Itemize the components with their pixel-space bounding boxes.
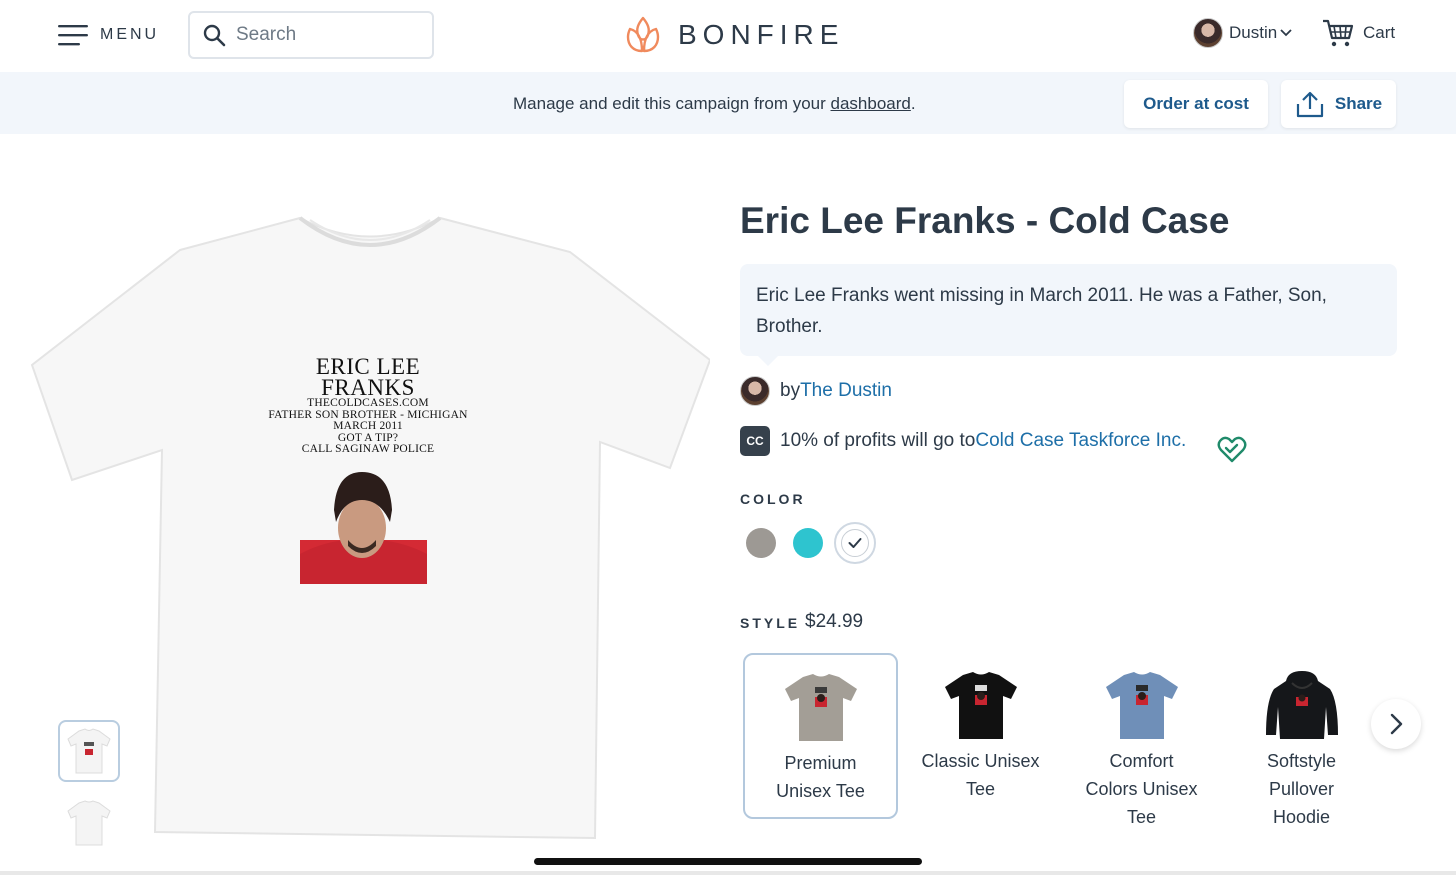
dashboard-link[interactable]: dashboard <box>831 94 911 113</box>
cause-link[interactable]: Cold Case Taskforce Inc. <box>975 430 1186 452</box>
creator-link[interactable]: The Dustin <box>800 380 892 402</box>
style-name-line: Unisex Tee <box>776 781 865 801</box>
style-option-softstyle-pullover-hoodie[interactable]: Softstyle Pullover Hoodie <box>1224 653 1379 827</box>
cart-icon <box>1323 19 1354 47</box>
style-option-comfort-colors-unisex-tee[interactable]: Comfort Colors Unisex Tee <box>1064 653 1219 827</box>
print-name-line1: ERIC LEE <box>315 354 421 379</box>
style-name-line: Colors Unisex <box>1085 779 1198 799</box>
product-thumbnail-back[interactable] <box>58 792 120 854</box>
cart-button[interactable]: Cart <box>1322 18 1395 48</box>
menu-label: MENU <box>100 26 160 43</box>
style-name-line: Classic Unisex <box>921 751 1040 771</box>
cause-text: 10% of profits will go to <box>780 430 976 451</box>
flame-logo-icon <box>626 16 660 53</box>
search-box[interactable] <box>188 11 434 59</box>
print-line: MARCH 2011 <box>333 420 403 432</box>
description-text: Eric Lee Franks went missing in March 20… <box>756 285 1327 337</box>
heart-check-icon[interactable] <box>1217 436 1247 464</box>
search-input[interactable] <box>236 24 416 46</box>
shirt-print-text: ERIC LEE FRANKS THECOLDCASES.COM FATHER … <box>258 354 478 456</box>
style-name-line: Tee <box>1126 807 1157 827</box>
tshirt-thumbnail-icon <box>67 728 111 774</box>
cause-info: CC 10% of profits will go to Cold Case T… <box>740 426 1186 456</box>
description-pointer <box>758 356 778 366</box>
product-title: Eric Lee Franks - Cold Case <box>740 200 1230 241</box>
comfort-colors-tee-image <box>1105 672 1178 739</box>
color-swatch-turquoise[interactable] <box>793 528 823 558</box>
color-label: COLOR <box>740 491 806 507</box>
chevron-down-icon <box>1280 29 1292 37</box>
product-thumbnail-front[interactable] <box>58 720 120 782</box>
style-name-line: Premium <box>784 753 857 773</box>
color-swatch-heather-grey[interactable] <box>746 528 776 558</box>
print-line: THECOLDCASES.COM <box>307 397 429 409</box>
menu-button[interactable]: MENU <box>58 20 159 50</box>
print-line: CALL SAGINAW POLICE <box>301 443 435 455</box>
style-name-line: Comfort <box>1109 751 1174 771</box>
share-icon <box>1296 91 1323 118</box>
account-menu[interactable]: Dustin <box>1193 18 1293 48</box>
checkmark-icon <box>848 538 862 548</box>
banner-text-before: Manage and edit this campaign from your <box>513 94 831 113</box>
site-header: MENU BONFIRE Dustin <box>0 0 1456 72</box>
share-label: Share <box>1334 94 1383 113</box>
cart-label: Cart <box>1363 23 1396 42</box>
campaign-banner: Manage and edit this campaign from your … <box>0 72 1456 134</box>
user-name: Dustin <box>1229 23 1278 42</box>
chevron-right-icon <box>1390 713 1403 735</box>
bonfire-logo[interactable]: BONFIRE <box>624 15 844 55</box>
by-label: by <box>780 380 801 401</box>
creator-avatar[interactable] <box>740 376 770 406</box>
brand-name: BONFIRE <box>678 19 845 50</box>
banner-message: Manage and edit this campaign from your … <box>513 94 916 114</box>
premium-tee-image <box>784 674 857 741</box>
style-option-premium-unisex-tee[interactable]: Premium Unisex Tee <box>743 653 898 819</box>
cause-badge: CC <box>740 426 770 456</box>
color-swatch-white <box>841 529 869 557</box>
product-description: Eric Lee Franks went missing in March 20… <box>740 264 1397 366</box>
style-carousel-next-button[interactable] <box>1371 699 1421 749</box>
hamburger-icon <box>58 25 88 46</box>
bottom-divider <box>0 871 1456 875</box>
print-portrait <box>300 472 427 584</box>
print-name-line2: FRANKS <box>321 375 415 400</box>
style-name-line: Hoodie <box>1272 807 1331 827</box>
tshirt-back-thumbnail-icon <box>67 800 111 846</box>
user-avatar <box>1193 18 1223 48</box>
classic-tee-image <box>944 672 1017 739</box>
style-name-line: Tee <box>965 779 996 799</box>
order-at-cost-button[interactable]: Order at cost <box>1124 80 1268 128</box>
style-price: $24.99 <box>805 611 864 632</box>
style-option-classic-unisex-tee[interactable]: Classic Unisex Tee <box>903 653 1058 819</box>
style-name-line: Softstyle <box>1266 751 1337 771</box>
banner-text-after: . <box>910 94 916 113</box>
home-indicator <box>534 858 922 865</box>
style-label: STYLE <box>740 615 801 631</box>
search-icon <box>203 24 226 47</box>
creator-info: by The Dustin <box>740 376 892 406</box>
style-name-line: Pullover <box>1268 779 1335 799</box>
share-button[interactable]: Share <box>1281 80 1396 128</box>
color-swatch-white-selected[interactable] <box>834 522 876 564</box>
hoodie-image <box>1265 671 1338 739</box>
